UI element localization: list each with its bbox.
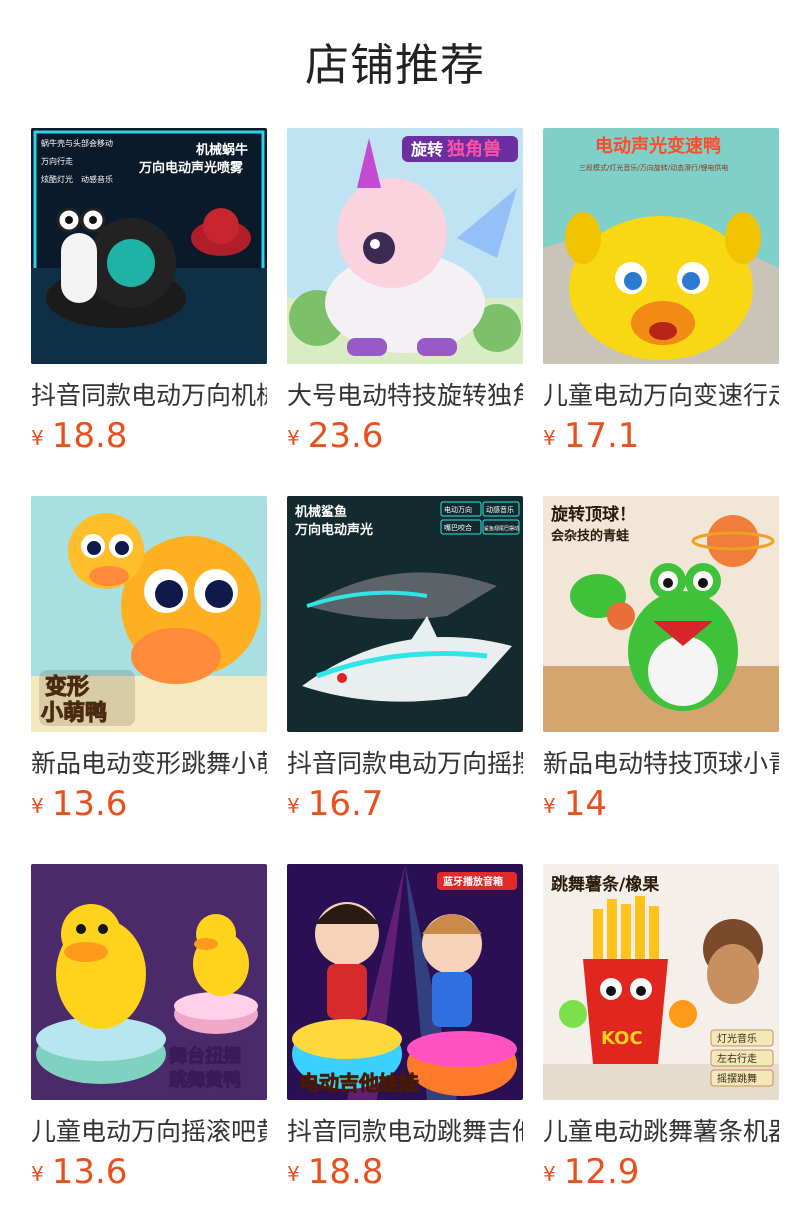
image-badge-text: 机械鲨鱼 bbox=[295, 504, 347, 520]
product-image[interactable]: 电动声光变速鸭 三段模式/灯光音乐/万向旋转/动态滑行/锂电供电 bbox=[543, 128, 779, 364]
product-price: ¥14 bbox=[543, 784, 607, 824]
product-name[interactable]: 儿童电动万向变速行走鸭 bbox=[543, 378, 779, 414]
image-tag-text: 蜗牛壳与头部会移动 bbox=[41, 138, 113, 148]
currency-symbol: ¥ bbox=[287, 426, 300, 450]
price-value: 17.1 bbox=[563, 416, 640, 456]
image-badge-text: 变形 bbox=[45, 674, 89, 700]
image-caption-text: 会杂技的青蛙 bbox=[551, 528, 629, 544]
image-caption-text: 万向电动声光 bbox=[294, 522, 373, 538]
image-badge-text: 电动声光变速鸭 bbox=[595, 135, 721, 157]
image-badge-text: 蓝牙播放音箱 bbox=[443, 875, 503, 888]
product-image[interactable]: 变形 小萌鸭 bbox=[31, 496, 267, 732]
currency-symbol: ¥ bbox=[31, 1162, 44, 1186]
price-value: 18.8 bbox=[51, 416, 128, 456]
price-value: 12.9 bbox=[563, 1152, 640, 1192]
product-price: ¥23.6 bbox=[287, 416, 383, 456]
image-tag-text: 摇摆跳舞 bbox=[717, 1072, 757, 1085]
image-tag-text: 灯光音乐 bbox=[717, 1032, 757, 1045]
image-tag-text: 万向行走 bbox=[41, 156, 73, 166]
image-caption-text: 电动吉他娃娃 bbox=[299, 1071, 419, 1095]
image-caption-text: 小萌鸭 bbox=[41, 700, 107, 726]
product-name[interactable]: 新品电动变形跳舞小萌鸭 bbox=[31, 746, 267, 782]
page-title: 店铺推荐 bbox=[305, 40, 485, 91]
product-price: ¥17.1 bbox=[543, 416, 639, 456]
price-value: 13.6 bbox=[51, 784, 128, 824]
product-name[interactable]: 儿童电动万向摇滚吧黄鸭 bbox=[31, 1114, 267, 1150]
product-name[interactable]: 新品电动特技顶球小青蛙 bbox=[543, 746, 779, 782]
product-image[interactable]: 蓝牙播放音箱 电动吉他娃娃 bbox=[287, 864, 523, 1100]
image-tag-text: 炫酷灯光 bbox=[41, 174, 73, 184]
currency-symbol: ¥ bbox=[543, 794, 556, 818]
product-price: ¥13.6 bbox=[31, 1152, 127, 1192]
product-price: ¥13.6 bbox=[31, 784, 127, 824]
image-caption-text: 万向电动声光喷雾 bbox=[138, 160, 244, 176]
image-badge-text: 旋转顶球！ bbox=[550, 504, 636, 525]
image-tag-text: 嘴巴咬合 bbox=[444, 523, 472, 532]
product-name[interactable]: 儿童电动跳舞薯条机器人 bbox=[543, 1114, 779, 1150]
product-name[interactable]: 抖音同款电动跳舞吉他娃娃 bbox=[287, 1114, 523, 1150]
product-image[interactable]: 旋转顶球！ 会杂技的青蛙 bbox=[543, 496, 779, 732]
currency-symbol: ¥ bbox=[287, 794, 300, 818]
product-image[interactable]: 舞台扭摆 跳舞黄鸭 bbox=[31, 864, 267, 1100]
image-tag-text: 动感音乐 bbox=[81, 174, 113, 184]
image-caption-text: 跳舞黄鸭 bbox=[169, 1069, 241, 1091]
image-tag-text: 动感音乐 bbox=[486, 505, 514, 514]
image-caption-text: 独角兽 bbox=[447, 138, 501, 160]
product-price: ¥12.9 bbox=[543, 1152, 639, 1192]
image-caption-text: 三段模式/灯光音乐/万向旋转/动态滑行/锂电供电 bbox=[579, 163, 728, 172]
image-badge-text: 机械蜗牛 bbox=[196, 142, 248, 158]
product-image[interactable]: 机械蜗牛 万向电动声光喷雾 蜗牛壳与头部会移动 万向行走 炫酷灯光 动感音乐 bbox=[31, 128, 267, 364]
product-image[interactable]: KOC 跳舞薯条/橡果 灯光音乐 左右行走 摇摆跳舞 bbox=[543, 864, 779, 1100]
price-value: 13.6 bbox=[51, 1152, 128, 1192]
currency-symbol: ¥ bbox=[31, 426, 44, 450]
product-price: ¥18.8 bbox=[287, 1152, 383, 1192]
image-tag-text: 左右行走 bbox=[717, 1052, 757, 1065]
product-image[interactable]: 旋转 独角兽 bbox=[287, 128, 523, 364]
price-value: 23.6 bbox=[307, 416, 384, 456]
product-name[interactable]: 大号电动特技旋转独角兽 bbox=[287, 378, 523, 414]
image-badge-text: 舞台扭摆 bbox=[169, 1045, 241, 1067]
currency-symbol: ¥ bbox=[543, 1162, 556, 1186]
image-badge-text: 跳舞薯条/橡果 bbox=[551, 874, 659, 895]
product-name[interactable]: 抖音同款电动万向机械蜗牛 bbox=[31, 378, 267, 414]
currency-symbol: ¥ bbox=[543, 426, 556, 450]
currency-symbol: ¥ bbox=[287, 1162, 300, 1186]
price-value: 18.8 bbox=[307, 1152, 384, 1192]
product-price: ¥16.7 bbox=[287, 784, 383, 824]
image-badge-text: 旋转 bbox=[410, 140, 443, 159]
product-price: ¥18.8 bbox=[31, 416, 127, 456]
image-caption-text: KOC bbox=[601, 1028, 643, 1049]
currency-symbol: ¥ bbox=[31, 794, 44, 818]
price-value: 14 bbox=[563, 784, 607, 824]
image-tag-text: 鲨鱼翅尾巴摆动 bbox=[484, 525, 519, 532]
price-value: 16.7 bbox=[307, 784, 384, 824]
product-image[interactable]: 机械鲨鱼 万向电动声光 电动万向 动感音乐 嘴巴咬合 鲨鱼翅尾巴摆动 bbox=[287, 496, 523, 732]
image-tag-text: 电动万向 bbox=[444, 505, 472, 514]
product-name[interactable]: 抖音同款电动万向摇摆鲨鱼 bbox=[287, 746, 523, 782]
